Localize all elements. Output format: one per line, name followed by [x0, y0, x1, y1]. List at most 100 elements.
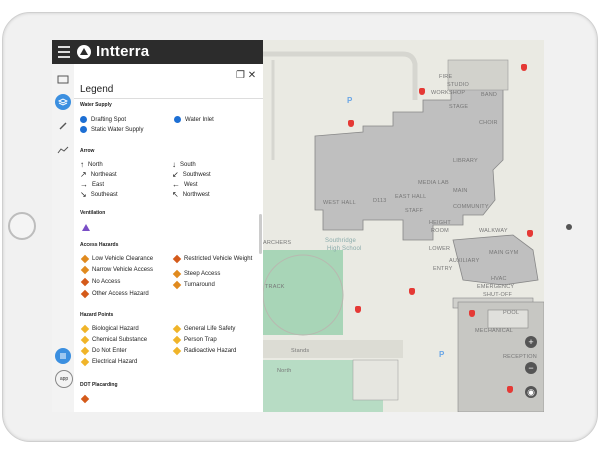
- person-trap-icon: [172, 335, 182, 345]
- map-label: North: [277, 368, 292, 374]
- legend-item: ↑ North: [80, 160, 103, 169]
- map-label: SHUT-OFF: [483, 292, 513, 298]
- legend-item: [80, 394, 90, 404]
- map-label: STAGE: [449, 104, 469, 110]
- popout-icon[interactable]: ❐: [236, 70, 245, 81]
- drop-icon: [80, 116, 87, 123]
- narrow-access-icon: [80, 265, 90, 275]
- parking-label: P: [347, 96, 353, 105]
- list-icon[interactable]: [55, 348, 71, 364]
- zoom-out-button[interactable]: −: [525, 362, 537, 374]
- do-not-enter-icon: [80, 346, 90, 356]
- map-canvas: [263, 51, 544, 412]
- biohazard-icon: [80, 324, 90, 334]
- map-label: D113: [373, 198, 387, 204]
- intterra-logo-icon: [77, 45, 91, 59]
- hydrant-pin[interactable]: [355, 306, 361, 313]
- map-label: Southridge: [325, 238, 357, 244]
- section-access-hazards: Access Hazards: [80, 242, 119, 248]
- legend-item: Other Access Hazard: [80, 289, 149, 299]
- map-label: EAST HALL: [395, 194, 427, 200]
- arrow-east-icon: →: [80, 180, 88, 189]
- map-label: ARCHERS: [263, 240, 292, 246]
- chart-icon[interactable]: [55, 142, 71, 158]
- locate-button[interactable]: ◉: [525, 386, 537, 398]
- legend-item: Electrical Hazard: [80, 357, 137, 367]
- app-name: Intterra: [96, 43, 150, 60]
- map-label: MEDIA LAB: [418, 180, 449, 186]
- turnaround-icon: [172, 280, 182, 290]
- legend-item: No Access: [80, 277, 120, 287]
- chemical-icon: [80, 335, 90, 345]
- legend-panel: Legend ❐ ✕ Water Supply Drafting Spot Wa…: [74, 64, 263, 412]
- hydrant-pin[interactable]: [521, 64, 527, 71]
- map-label: AUXILIARY: [449, 258, 480, 264]
- water-icon: [80, 126, 87, 133]
- map-label: HEIGHT: [429, 220, 451, 226]
- hydrant-pin[interactable]: [507, 386, 513, 393]
- map-label: TRACK: [265, 284, 285, 290]
- section-arrow: Arrow: [80, 148, 95, 154]
- map-label: COMMUNITY: [453, 204, 489, 210]
- map-label: MAIN: [453, 188, 468, 194]
- map-label: WORKSHOP: [431, 90, 466, 96]
- arrow-southwest-icon: ↙: [172, 170, 179, 179]
- map-label: BAND: [481, 92, 498, 98]
- parking-label: P: [439, 350, 445, 359]
- hydrant-pin[interactable]: [348, 120, 354, 127]
- legend-item: Restricted Vehicle Weight: [172, 254, 254, 264]
- radioactive-icon: [172, 346, 182, 356]
- divider: [74, 98, 263, 99]
- legend-item: Low Vehicle Clearance: [80, 254, 153, 264]
- legend-item: [82, 224, 90, 231]
- legend-item: ↘ Southeast: [80, 190, 118, 199]
- map-label: FIRE: [439, 74, 453, 80]
- steep-icon: [172, 269, 182, 279]
- arrow-west-icon: ←: [172, 180, 180, 189]
- map-label: MECHANICAL: [475, 328, 514, 334]
- legend-item: ↗ Northeast: [80, 170, 117, 179]
- arrow-northeast-icon: ↗: [80, 170, 87, 179]
- map-label: ENTRY: [433, 266, 453, 272]
- close-icon[interactable]: ✕: [248, 70, 256, 81]
- arrow-northwest-icon: ↖: [172, 190, 179, 199]
- legend-window-controls: ❐ ✕: [236, 70, 256, 81]
- home-button[interactable]: [8, 212, 36, 240]
- map-label: POOL: [503, 310, 520, 316]
- ventilation-icon: [82, 224, 90, 231]
- map-label: HVAC: [491, 276, 507, 282]
- map-label: STUDIO: [447, 82, 469, 88]
- hydrant-pin[interactable]: [527, 230, 533, 237]
- arrow-south-icon: ↓: [172, 160, 176, 169]
- app-switch-button[interactable]: app: [55, 370, 73, 388]
- map-label: RECEPTION: [503, 354, 537, 360]
- legend-item: ← West: [172, 180, 198, 189]
- pencil-icon[interactable]: [55, 118, 71, 134]
- dot-placard-icon: [80, 394, 90, 404]
- life-safety-icon: [172, 324, 182, 334]
- menu-icon[interactable]: [58, 46, 70, 58]
- hydrant-pin[interactable]: [409, 288, 415, 295]
- legend-item: General Life Safety: [172, 324, 235, 334]
- map-label: Stands: [291, 348, 310, 354]
- zoom-in-button[interactable]: +: [525, 336, 537, 348]
- legend-item: Narrow Vehicle Access: [80, 265, 153, 275]
- hydrant-pin[interactable]: [469, 310, 475, 317]
- legend-item: ↖ Northwest: [172, 190, 210, 199]
- inlet-icon: [174, 116, 181, 123]
- legend-item: Drafting Spot: [80, 116, 126, 123]
- legend-item: Chemical Substance: [80, 335, 147, 345]
- legend-title: Legend: [80, 84, 114, 95]
- legend-scrollbar[interactable]: [259, 214, 262, 254]
- chat-icon[interactable]: [55, 72, 71, 88]
- no-access-icon: [80, 277, 90, 287]
- legend-item: Person Trap: [172, 335, 217, 345]
- legend-item: → East: [80, 180, 105, 189]
- map-view[interactable]: FIRE STUDIO WORKSHOP BAND STAGE CHOIR LI…: [263, 40, 544, 412]
- other-hazard-icon: [80, 289, 90, 299]
- hydrant-pin[interactable]: [419, 88, 425, 95]
- legend-item: ↓ South: [172, 160, 196, 169]
- map-label: ROOM: [431, 228, 449, 234]
- layers-icon[interactable]: [55, 94, 71, 110]
- map-label: LIBRARY: [453, 158, 478, 164]
